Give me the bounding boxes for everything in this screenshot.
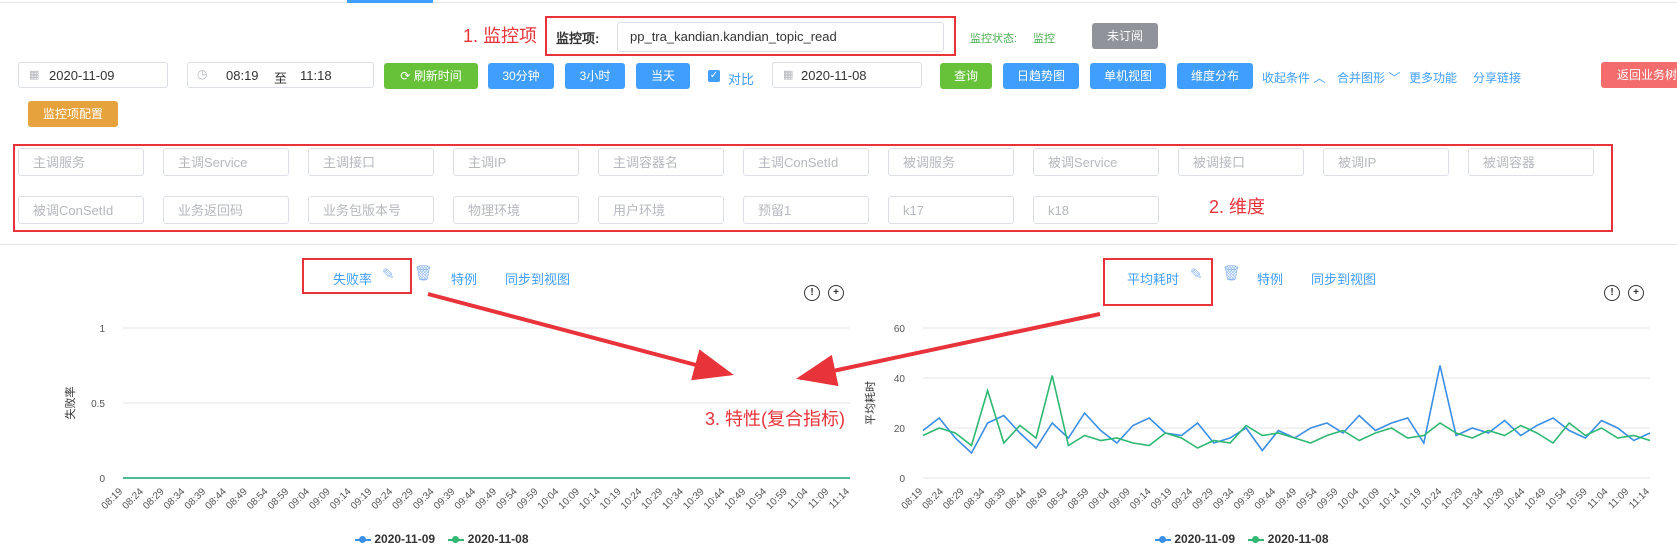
annotation-arrows [427,292,1101,387]
arrow-left [427,292,734,381]
legend-label: 2020-11-08 [1267,532,1329,546]
legend-marker [1155,535,1171,543]
legend-right: 2020-11-09 2020-11-08 [1155,532,1329,546]
legend-marker [355,535,371,543]
legend-left: 2020-11-09 2020-11-08 [355,532,529,546]
legend-label: 2020-11-09 [1174,532,1236,546]
legend-marker [448,535,465,543]
legend-marker [1248,535,1265,543]
annotation-features: 3. 特性(复合指标) [705,409,846,429]
legend-label: 2020-11-08 [467,532,529,546]
legend-label: 2020-11-09 [374,532,436,546]
arrow-right [796,312,1101,387]
